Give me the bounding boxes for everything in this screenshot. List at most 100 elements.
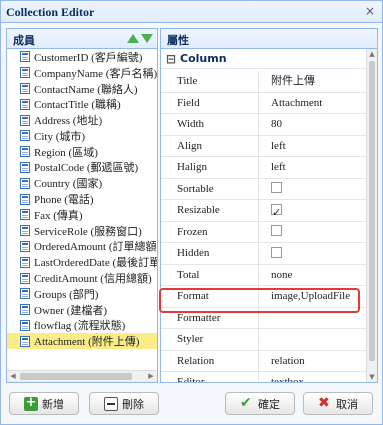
property-name: Field (161, 92, 259, 113)
property-row[interactable]: Editor textbox (161, 372, 367, 382)
list-item[interactable]: Region (區域) (7, 144, 157, 160)
property-row[interactable]: Relation relation (161, 350, 367, 372)
property-name: Relation (161, 350, 259, 371)
property-row[interactable]: Format image,UploadFile (161, 286, 367, 308)
column-icon (20, 82, 30, 94)
property-row[interactable]: Align left (161, 135, 367, 157)
list-item-label: Region (區域) (34, 146, 98, 159)
list-item[interactable]: Owner (建檔者) (7, 302, 157, 318)
property-value[interactable]: 附件上傳 (259, 71, 367, 92)
list-item-label: Country (國家) (34, 178, 103, 191)
property-row[interactable]: Halign left (161, 157, 367, 179)
column-icon (20, 240, 30, 252)
property-name: Align (161, 135, 259, 156)
property-row[interactable]: Frozen (161, 221, 367, 243)
add-button[interactable]: 新增 (9, 392, 79, 415)
list-item-label: flowflag (流程狀態) (34, 320, 126, 333)
list-item[interactable]: CreditAmount (信用總額) (7, 270, 157, 286)
column-icon (20, 146, 30, 158)
scroll-left-icon[interactable]: ◀ (8, 372, 18, 381)
column-icon (20, 98, 30, 110)
list-item[interactable]: ContactTitle (職稱) (7, 96, 157, 112)
list-item[interactable]: Groups (部門) (7, 286, 157, 302)
list-item[interactable]: ServiceRole (服務窗口) (7, 223, 157, 239)
column-group-header[interactable]: ⊟ Column (161, 49, 377, 69)
cancel-button[interactable]: 取消 (303, 392, 373, 415)
list-item-label: Owner (建檔者) (34, 304, 108, 317)
list-item-label: Phone (電話) (34, 194, 94, 207)
list-item[interactable]: City (城市) (7, 128, 157, 144)
list-item[interactable]: Country (國家) (7, 175, 157, 191)
list-item-label: OrderedAmount (訂單總額) (34, 241, 157, 254)
close-icon[interactable]: × (363, 5, 377, 19)
property-name: Width (161, 114, 259, 135)
arrow-up-icon[interactable] (127, 34, 139, 43)
property-checkbox[interactable] (271, 182, 282, 194)
property-row[interactable]: Width 80 (161, 114, 367, 136)
scrollbar-thumb[interactable] (369, 61, 375, 361)
column-icon (20, 114, 30, 126)
property-name: Format (161, 286, 259, 307)
column-icon (20, 335, 30, 347)
column-icon (20, 177, 30, 189)
list-item[interactable]: Fax (傳真) (7, 207, 157, 223)
property-row[interactable]: Field Attachment (161, 92, 367, 114)
property-row[interactable]: Resizable (161, 200, 367, 223)
property-value[interactable]: textbox (259, 372, 367, 382)
property-value[interactable]: image,UploadFile (259, 286, 367, 307)
property-value[interactable] (259, 329, 367, 350)
plus-icon (24, 395, 38, 411)
list-item-label: CompanyName (客戶名稱) (34, 67, 157, 80)
list-item[interactable]: PostalCode (郵遞區號) (7, 160, 157, 176)
property-value-cell (259, 243, 367, 264)
property-value[interactable]: relation (259, 351, 367, 372)
property-value[interactable]: none (259, 265, 367, 286)
list-item[interactable]: Attachment (附件上傳) (7, 333, 157, 350)
ok-button[interactable]: 確定 (225, 392, 295, 415)
list-item-label: Fax (傳真) (34, 209, 83, 222)
property-value[interactable]: left (259, 136, 367, 157)
list-item[interactable]: flowflag (流程狀態) (7, 318, 157, 334)
property-value[interactable]: left (259, 157, 367, 178)
property-name: Hidden (161, 243, 259, 264)
list-item-label: CreditAmount (信用總額) (34, 273, 152, 286)
property-row[interactable]: Sortable (161, 178, 367, 200)
list-item-label: Attachment (附件上傳) (34, 336, 140, 349)
property-name: Title (161, 71, 259, 92)
property-row[interactable]: Styler (161, 329, 367, 351)
property-checkbox[interactable] (271, 246, 282, 258)
members-panel: 成員 CustomerID (客戶編號) CompanyName (客戶名稱) Co… (6, 28, 158, 383)
scroll-right-icon[interactable]: ▶ (146, 372, 156, 381)
delete-button[interactable]: 刪除 (89, 392, 159, 415)
list-item[interactable]: Phone (電話) (7, 191, 157, 207)
collection-editor-window: Collection Editor × 成員 CustomerID (客戶編號)… (0, 0, 383, 425)
column-icon (20, 51, 30, 63)
list-item[interactable]: LastOrderedDate (最後訂單日 (7, 254, 157, 270)
list-item[interactable]: CompanyName (客戶名稱) (7, 65, 157, 81)
property-value[interactable]: Attachment (259, 93, 367, 114)
members-header: 成員 (7, 29, 157, 49)
scrollbar-thumb[interactable] (20, 373, 132, 380)
scroll-up-icon[interactable]: ▲ (367, 49, 377, 59)
list-item[interactable]: ContactName (聯絡人) (7, 81, 157, 97)
property-row[interactable]: Total none (161, 264, 367, 286)
property-value[interactable] (259, 308, 367, 329)
property-checkbox[interactable] (271, 225, 282, 237)
list-item-label: ContactTitle (職稱) (34, 99, 121, 112)
list-item[interactable]: CustomerID (客戶編號) (7, 49, 157, 65)
delete-button-label: 刪除 (122, 397, 144, 411)
property-row[interactable]: Title 附件上傳 (161, 71, 367, 93)
property-value[interactable]: 80 (259, 114, 367, 135)
vertical-scrollbar[interactable]: ▲ ▼ (366, 49, 377, 382)
properties-panel: 屬性 ⊟ Column Title 附件上傳 Field Attachment Widt… (160, 28, 378, 383)
collapse-icon[interactable]: ⊟ (166, 52, 176, 66)
list-item[interactable]: OrderedAmount (訂單總額) (7, 239, 157, 255)
arrow-down-icon[interactable] (141, 34, 153, 43)
property-row[interactable]: Formatter (161, 307, 367, 329)
horizontal-scrollbar[interactable]: ◀ ▶ (7, 370, 157, 382)
column-icon (20, 319, 30, 331)
scroll-down-icon[interactable]: ▼ (367, 372, 377, 382)
list-item[interactable]: Address (地址) (7, 112, 157, 128)
property-checkbox[interactable] (271, 202, 282, 223)
property-row[interactable]: Hidden (161, 243, 367, 265)
